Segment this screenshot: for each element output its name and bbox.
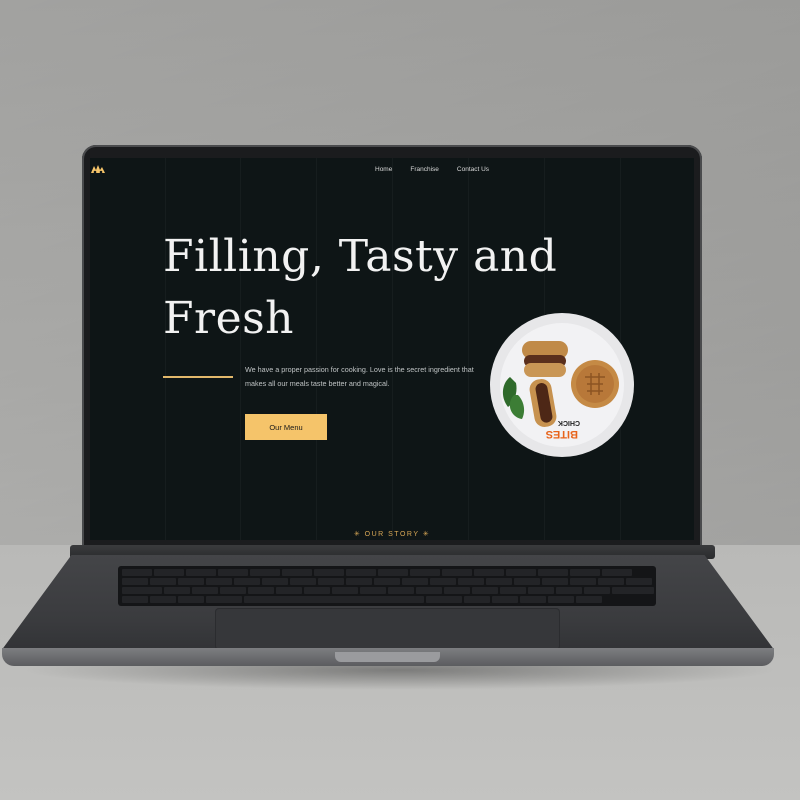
key: [430, 578, 456, 585]
logo-icon[interactable]: [90, 164, 106, 175]
key: [520, 596, 546, 603]
key: [248, 587, 274, 594]
key: [500, 587, 526, 594]
key: [154, 569, 184, 576]
headline-line-2: Fresh: [163, 293, 295, 344]
key: [218, 569, 248, 576]
key: [186, 569, 216, 576]
key: [282, 569, 312, 576]
key: [122, 578, 148, 585]
key: [360, 587, 386, 594]
laptop-notch: [335, 652, 440, 662]
key: [250, 569, 280, 576]
key: [234, 578, 260, 585]
key: [314, 569, 344, 576]
nav-contact-us[interactable]: Contact Us: [457, 166, 489, 173]
key: [318, 578, 344, 585]
key: [538, 569, 568, 576]
main-nav: Home Franchise Contact Us: [375, 166, 489, 173]
key: [576, 596, 602, 603]
key: [388, 587, 414, 594]
key-row: [122, 596, 602, 603]
key: [514, 578, 540, 585]
key-row: [122, 569, 632, 576]
key: [290, 578, 316, 585]
key: [206, 596, 242, 603]
key: [598, 578, 624, 585]
our-menu-button[interactable]: Our Menu: [245, 414, 327, 440]
accent-divider: [163, 376, 233, 378]
key-row: [122, 587, 654, 594]
key: [122, 569, 152, 576]
key: [374, 578, 400, 585]
keyboard: [118, 566, 656, 606]
key: [332, 587, 358, 594]
key: [584, 587, 610, 594]
key: [458, 578, 484, 585]
key: [542, 578, 568, 585]
key: [528, 587, 554, 594]
key: [346, 578, 372, 585]
key: [164, 587, 190, 594]
key: [612, 587, 654, 594]
key: [276, 587, 302, 594]
key: [416, 587, 442, 594]
key: [426, 596, 462, 603]
key: [492, 596, 518, 603]
key: [442, 569, 472, 576]
key: [626, 578, 652, 585]
key: [178, 596, 204, 603]
key: [444, 587, 470, 594]
key: [150, 596, 176, 603]
key: [472, 587, 498, 594]
key: [378, 569, 408, 576]
nav-home[interactable]: Home: [375, 166, 392, 173]
laptop-screen: Home Franchise Contact Us Filling, Tasty…: [90, 158, 694, 540]
key: [150, 578, 176, 585]
key: [122, 587, 162, 594]
nav-franchise[interactable]: Franchise: [410, 166, 439, 173]
key: [346, 569, 376, 576]
key: [464, 596, 490, 603]
key: [410, 569, 440, 576]
key: [244, 596, 424, 603]
key: [570, 578, 596, 585]
plate-brand-text: BITES: [546, 428, 578, 440]
key: [220, 587, 246, 594]
headline-line-1: Filling, Tasty and: [163, 231, 558, 282]
key: [548, 596, 574, 603]
key: [178, 578, 204, 585]
key: [304, 587, 330, 594]
key: [474, 569, 504, 576]
key: [570, 569, 600, 576]
key: [262, 578, 288, 585]
key: [506, 569, 536, 576]
key: [206, 578, 232, 585]
key: [556, 587, 582, 594]
trackpad: [215, 608, 560, 650]
food-plate-image: BITES CHICK: [490, 313, 634, 457]
plate-brand-subtext: CHICK: [558, 419, 580, 426]
key: [602, 569, 632, 576]
key: [122, 596, 148, 603]
hero-description: We have a proper passion for cooking. Lo…: [245, 365, 474, 388]
key: [402, 578, 428, 585]
our-story-label: ✳ OUR STORY ✳: [353, 531, 431, 538]
key: [486, 578, 512, 585]
key-row: [122, 578, 652, 585]
key: [192, 587, 218, 594]
